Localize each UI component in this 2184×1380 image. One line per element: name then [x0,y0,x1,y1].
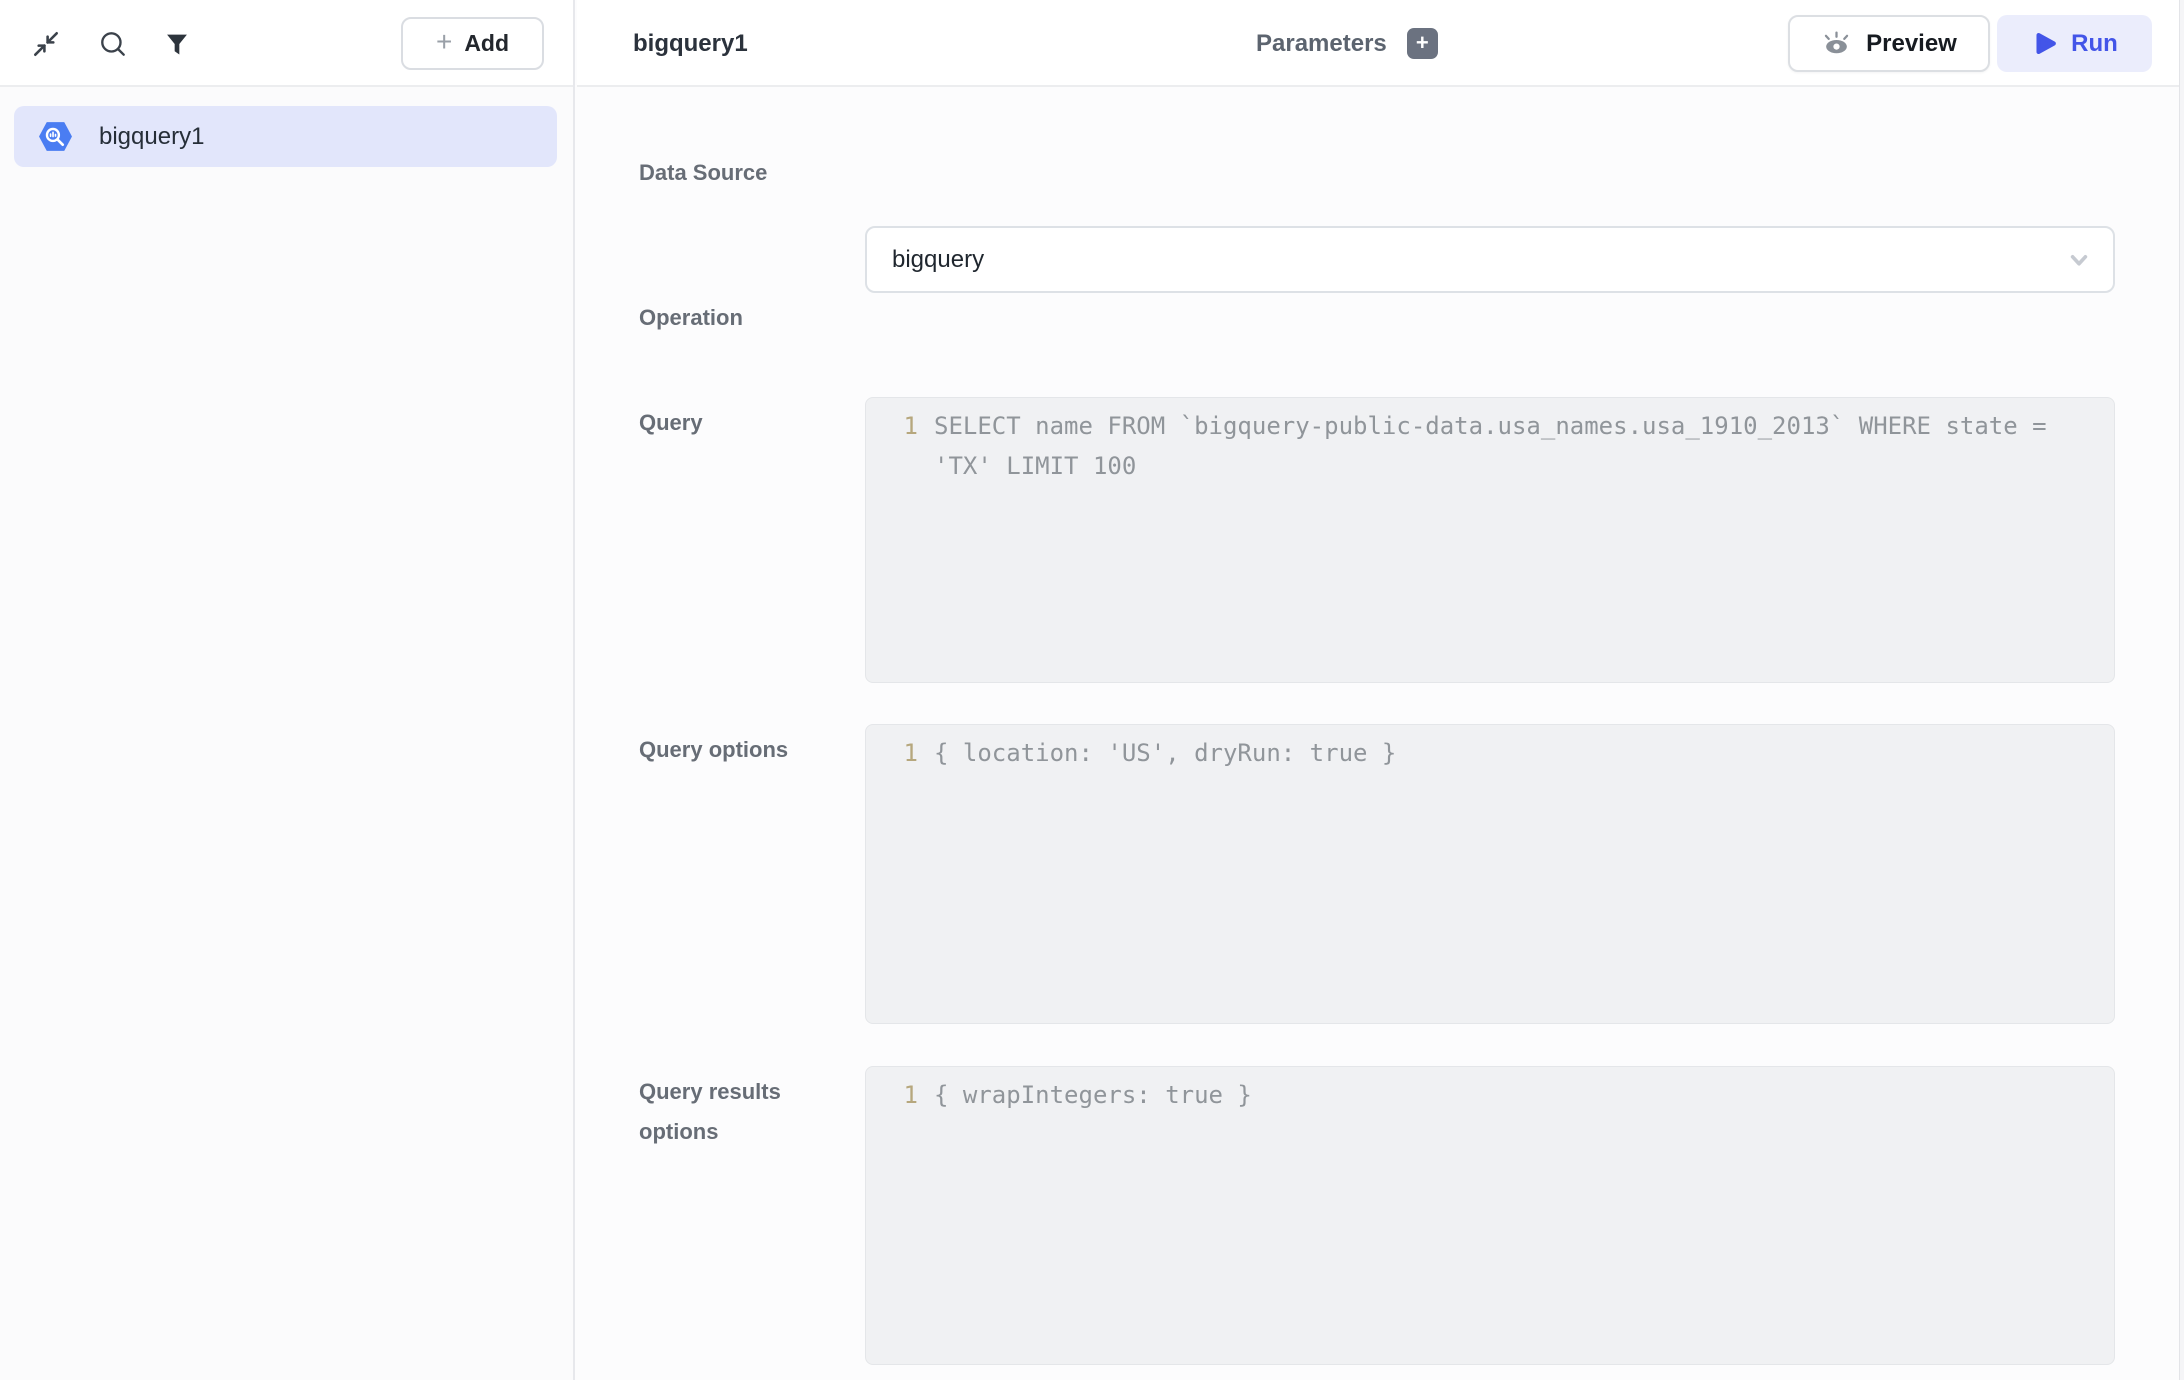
eye-icon [1821,28,1852,59]
chevron-down-icon [2063,244,2095,276]
plus-icon: + [436,28,452,56]
preview-button[interactable]: Preview [1788,15,1990,72]
query-options-editor[interactable]: 1 { location: 'US', dryRun: true } [865,724,2115,1024]
query-results-options-placeholder: { wrapIntegers: true } [934,1075,2075,1115]
plus-icon: + [1416,32,1429,54]
search-button[interactable] [93,24,133,64]
query-results-options-label: Query results options [639,1072,851,1152]
run-button-label: Run [2071,30,2118,58]
collapse-icon [31,29,61,59]
sidebar-item-bigquery1[interactable]: bigquery1 [14,106,557,167]
page-title: bigquery1 [633,0,748,87]
data-source-label: Data Source [639,139,851,206]
data-source-dropdown[interactable]: bigquery [865,226,2115,293]
code-line: 1 { wrapIntegers: true } [866,1075,2094,1115]
line-number: 1 [866,1075,918,1115]
run-button[interactable]: Run [1997,15,2152,72]
query-sql-text: SELECT name FROM `bigquery-public-data.u… [934,406,2075,486]
preview-button-label: Preview [1866,30,1957,58]
scroll-gutter [2179,0,2184,1380]
sidebar-item-label: bigquery1 [99,123,204,151]
main-panel: bigquery1 Parameters + Preview [577,0,2184,1380]
filter-button[interactable] [157,24,197,64]
query-list: bigquery1 [0,87,573,186]
collapse-panel-button[interactable] [26,24,66,64]
main-header: bigquery1 Parameters + Preview [577,0,2184,87]
parameters-label: Parameters [1256,30,1387,58]
filter-icon [163,30,191,58]
search-icon [98,29,128,59]
query-options-label: Query options [639,730,851,770]
header-actions: Preview Run [1788,15,2152,72]
query-results-options-editor[interactable]: 1 { wrapIntegers: true } [865,1066,2115,1365]
query-label: Query [639,403,851,443]
operation-label: Operation [639,284,851,351]
add-parameter-button[interactable]: + [1407,28,1438,59]
code-line: 1 SELECT name FROM `bigquery-public-data… [866,406,2094,486]
add-button-label: Add [464,30,509,57]
query-options-placeholder: { location: 'US', dryRun: true } [934,733,2075,773]
add-query-button[interactable]: + Add [401,17,544,70]
query-editor-app: + Add bigquery1 bigquery1 Parameters [0,0,2184,1380]
query-code-editor[interactable]: 1 SELECT name FROM `bigquery-public-data… [865,397,2115,683]
data-source-value: bigquery [892,246,984,274]
line-number: 1 [866,733,918,773]
bigquery-icon [38,119,73,154]
sidebar-header: + Add [0,0,573,87]
parameters-group: Parameters + [1256,0,1438,87]
play-icon [2031,30,2058,57]
code-line: 1 { location: 'US', dryRun: true } [866,733,2094,773]
line-number: 1 [866,406,918,446]
sidebar: + Add bigquery1 [0,0,575,1380]
